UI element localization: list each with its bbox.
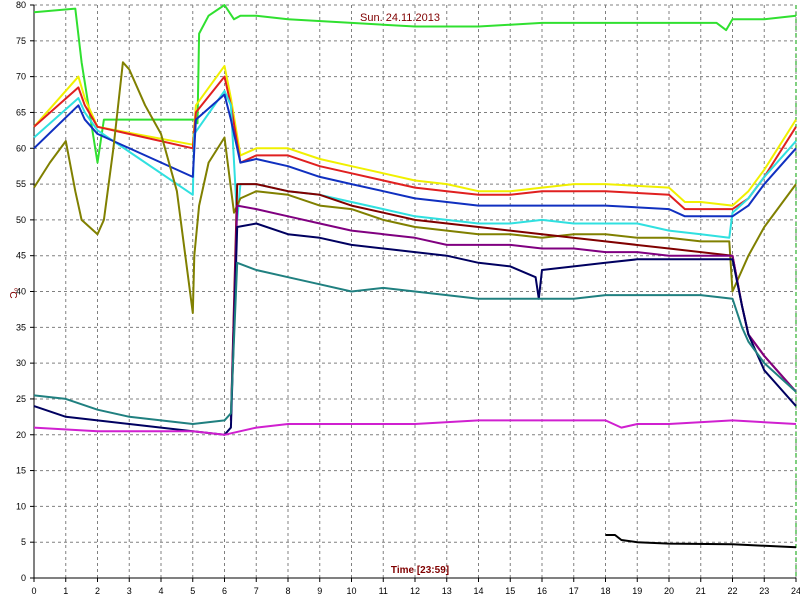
chart-title: Sun. 24.11.2013 xyxy=(360,12,440,24)
y-tick-label: 30 xyxy=(16,358,26,368)
y-tick-label: 20 xyxy=(16,430,26,440)
x-tick-label: 24 xyxy=(791,586,800,596)
line-chart: 0 1 2 3 4 5 6 7 8 9 10 11 12 13 14 15 16 17 18 19 20 21 22 23 24… xyxy=(0,0,800,600)
y-tick-label: 5 xyxy=(21,537,26,547)
x-tick-label: 7 xyxy=(254,586,259,596)
x-tick-label: 19 xyxy=(632,586,642,596)
x-tick-label: 3 xyxy=(127,586,132,596)
y-tick-label: 45 xyxy=(16,251,26,261)
x-tick-label: 2 xyxy=(95,586,100,596)
series-line-2 xyxy=(33,64,797,207)
y-tick-label: 65 xyxy=(16,107,26,117)
y-tick-label: 60 xyxy=(16,143,26,153)
x-tick-label: 13 xyxy=(442,586,452,596)
x-axis-label: Time [23:59] xyxy=(391,565,449,576)
y-tick-label: 55 xyxy=(16,179,26,189)
x-tick-label: 14 xyxy=(473,586,483,596)
x-tick-label: 10 xyxy=(346,586,356,596)
y-tick-label: 80 xyxy=(16,0,26,10)
x-tick-label: 18 xyxy=(600,586,610,596)
y-tick-label: 25 xyxy=(16,394,26,404)
y-tick-label: 35 xyxy=(16,322,26,332)
chart-canvas: 0 1 2 3 4 5 6 7 8 9 10 11 12 13 14 15 16 17 18 19 20 21 22 23 24… xyxy=(7,0,800,596)
x-tick-label: 22 xyxy=(727,586,737,596)
x-tick-label: 21 xyxy=(696,586,706,596)
x-tick-label: 23 xyxy=(759,586,769,596)
x-tick-label: 6 xyxy=(222,586,227,596)
y-tick-label: 75 xyxy=(16,36,26,46)
x-tick-label: 8 xyxy=(285,586,290,596)
y-axis-label: °C xyxy=(7,287,18,298)
x-tick-label: 17 xyxy=(569,586,579,596)
x-tick-label: 4 xyxy=(158,586,163,596)
x-tick-label: 0 xyxy=(31,586,36,596)
y-tick-label: 0 xyxy=(21,573,26,583)
y-tick-label: 15 xyxy=(16,466,26,476)
x-tick-label: 15 xyxy=(505,586,515,596)
x-tick-label: 9 xyxy=(317,586,322,596)
y-tick-label: 70 xyxy=(16,72,26,82)
x-tick-label: 20 xyxy=(664,586,674,596)
y-tick-label: 50 xyxy=(16,215,26,225)
y-tick-label: 10 xyxy=(16,501,26,511)
x-tick-label: 16 xyxy=(537,586,547,596)
x-tick-label: 12 xyxy=(410,586,420,596)
x-tick-label: 1 xyxy=(63,586,68,596)
x-tick-label: 11 xyxy=(379,586,388,596)
series-line-7 xyxy=(229,183,797,421)
x-tick-label: 5 xyxy=(190,586,195,596)
